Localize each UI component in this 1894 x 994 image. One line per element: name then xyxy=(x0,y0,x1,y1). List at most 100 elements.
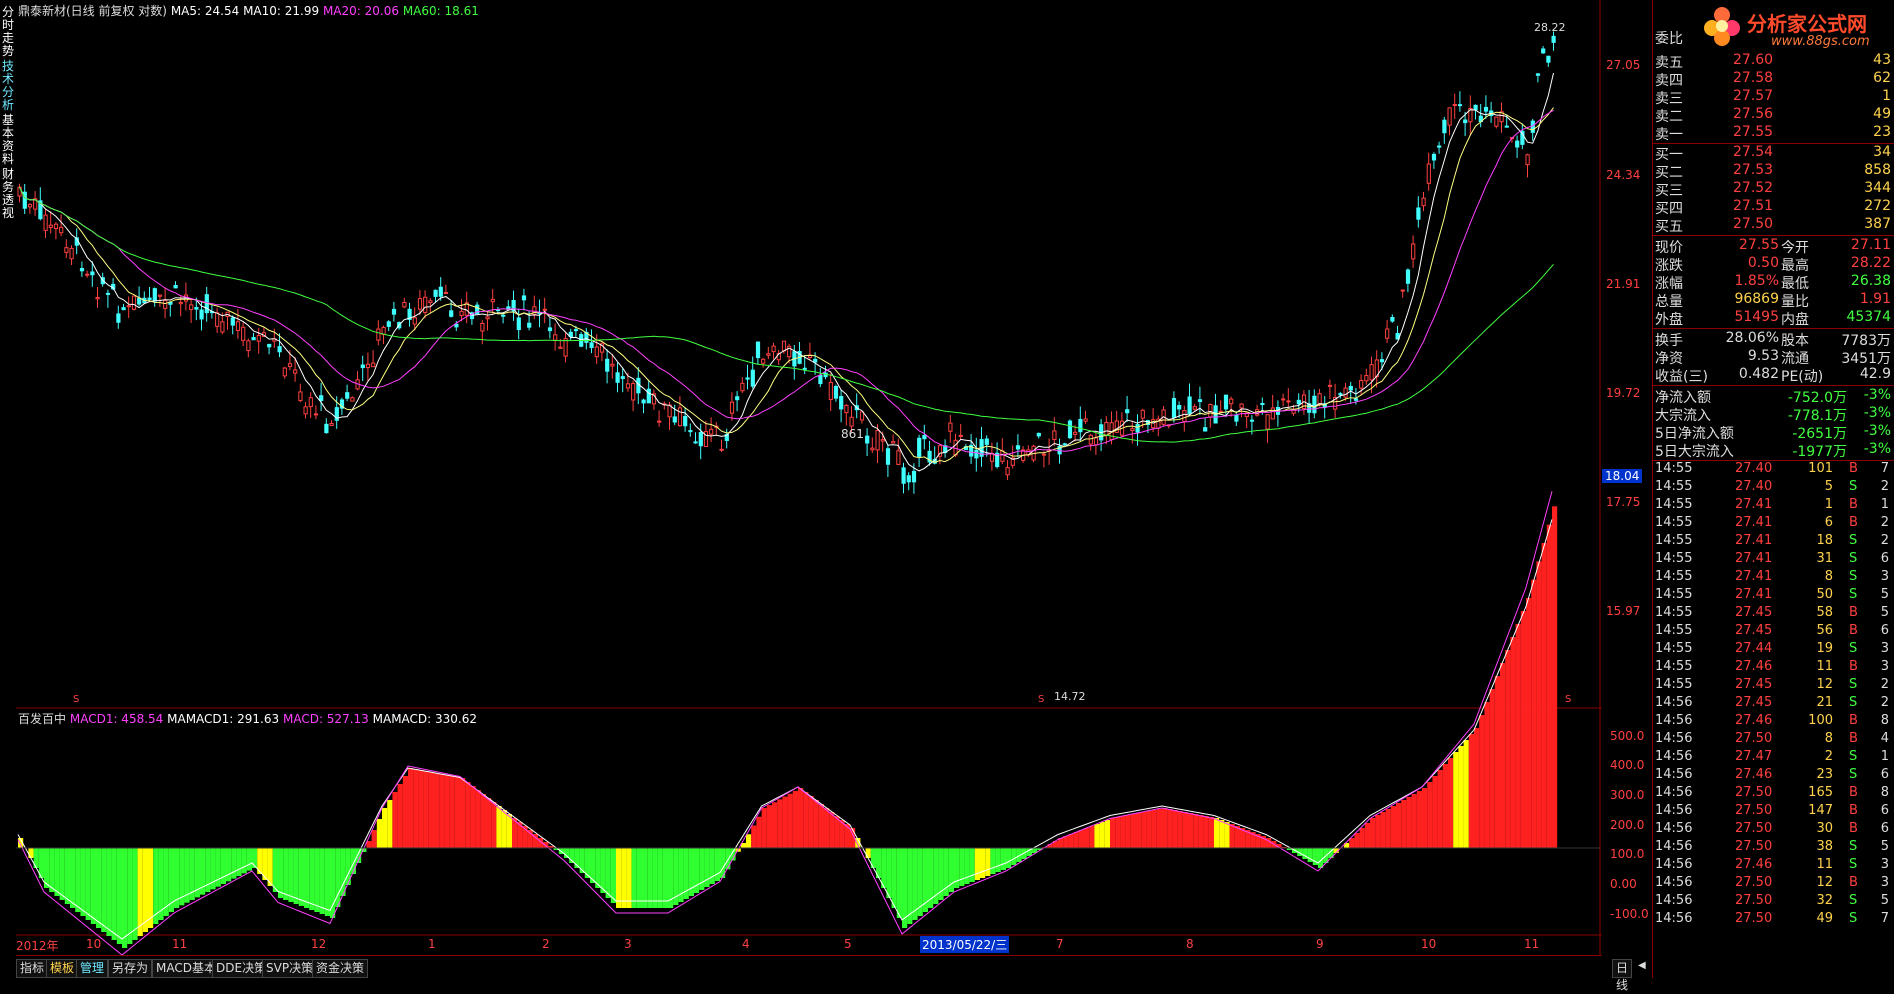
kline-chart[interactable] xyxy=(16,0,1602,956)
candle-body xyxy=(1104,421,1109,436)
candle-body xyxy=(282,367,287,377)
trade-tick-row: 14:55 27.45 58 B 5 xyxy=(1653,605,1891,623)
tick-time: 14:56 xyxy=(1655,713,1693,728)
ask-row[interactable]: 卖五 27.60 43 xyxy=(1653,52,1891,71)
tab-manage[interactable]: 管理 xyxy=(76,959,109,978)
macd-bar xyxy=(272,848,278,892)
candle-body xyxy=(735,396,740,401)
candle-body xyxy=(683,416,688,427)
macd-bar xyxy=(309,848,315,910)
macd-bar xyxy=(1156,809,1162,848)
site-logo: 分析家公式网 www.88gs.com xyxy=(1653,0,1894,54)
stat-row: 换手 28.06% 股本 7783万 xyxy=(1653,330,1891,349)
candle-body xyxy=(1483,106,1489,112)
bid-row[interactable]: 买三 27.52 344 xyxy=(1653,180,1891,199)
macd-bar xyxy=(751,825,757,848)
candle-body xyxy=(79,268,85,272)
candle-body xyxy=(1551,35,1556,43)
macd-bar xyxy=(844,824,850,848)
candle-body xyxy=(324,423,329,434)
candle-body xyxy=(126,305,131,308)
bid-label: 买五 xyxy=(1655,219,1683,235)
stat-label: 内盘 xyxy=(1781,312,1809,328)
tab-svp[interactable]: SVP决策 xyxy=(262,959,318,978)
stat-value: 27.11 xyxy=(1850,237,1891,253)
ask-row[interactable]: 卖四 27.58 62 xyxy=(1653,70,1891,89)
trade-tick-row: 14:56 27.50 30 B 6 xyxy=(1653,821,1891,839)
tab-fundamentals[interactable]: 基本资料 xyxy=(1,112,15,166)
macd-bar xyxy=(428,772,434,848)
macd-bar xyxy=(1416,791,1422,848)
trade-tick-row: 14:56 27.46 23 S 6 xyxy=(1653,767,1891,785)
tab-template[interactable]: 模板 xyxy=(46,959,79,978)
tick-count: 6 xyxy=(1880,821,1889,836)
flow-pct: -3% xyxy=(1863,441,1891,457)
ask-row[interactable]: 卖二 27.56 49 xyxy=(1653,106,1891,125)
tab-fund[interactable]: 资金决策 xyxy=(312,959,369,978)
bid-row[interactable]: 买五 27.50 387 xyxy=(1653,216,1891,235)
candle-body xyxy=(313,413,319,416)
tab-macd-basic[interactable]: MACD基本 xyxy=(152,959,220,978)
macd-bar xyxy=(148,848,154,928)
candle-body xyxy=(698,432,703,447)
macd-bar xyxy=(1375,815,1381,848)
macd-bar xyxy=(1078,830,1084,848)
candle-body xyxy=(771,345,776,353)
ind-y-tick: 500.0 xyxy=(1610,729,1645,743)
candle-body xyxy=(1182,410,1187,423)
tab-financials[interactable]: 财务透视 xyxy=(1,166,15,220)
flow-pct: -3% xyxy=(1863,423,1891,439)
candle-body xyxy=(922,435,927,440)
bid-row[interactable]: 买四 27.51 272 xyxy=(1653,198,1891,217)
candle-body xyxy=(1390,317,1395,322)
bid-volume: 344 xyxy=(1864,180,1891,196)
tab-indicator[interactable]: 指标 xyxy=(16,959,49,978)
candle-body xyxy=(1504,125,1509,128)
candle-body xyxy=(27,203,33,208)
macd-bar xyxy=(1390,806,1396,848)
tab-save-as[interactable]: 另存为 xyxy=(108,959,153,978)
candle-body xyxy=(719,448,724,451)
crosshair-date: 2013/05/22/三 xyxy=(920,936,1010,953)
tab-technical[interactable]: 技术分析 xyxy=(1,58,15,112)
candle-body xyxy=(1171,398,1177,418)
period-selector[interactable]: 日线 xyxy=(1612,959,1633,992)
stat-label: 最低 xyxy=(1781,276,1809,292)
macd-bar xyxy=(314,848,320,912)
bid-row[interactable]: 买二 27.53 858 xyxy=(1653,162,1891,181)
ask-price: 27.60 xyxy=(1733,52,1774,68)
candle-body xyxy=(1229,398,1234,405)
tick-side: S xyxy=(1849,479,1858,494)
macd-bar xyxy=(1099,822,1105,848)
tab-intraday[interactable]: 分时走势 xyxy=(1,4,15,58)
bid-price: 27.50 xyxy=(1733,216,1774,232)
ask-row[interactable]: 卖三 27.57 1 xyxy=(1653,88,1891,107)
candle-body xyxy=(1078,419,1083,433)
macd-bar xyxy=(496,806,502,848)
candle-body xyxy=(1005,467,1010,476)
ask-label: 卖一 xyxy=(1655,127,1683,143)
bid-label: 买四 xyxy=(1655,201,1683,217)
ask-row[interactable]: 卖一 27.55 23 xyxy=(1653,124,1891,143)
stat-value: 0.482 xyxy=(1738,366,1779,382)
candle-body xyxy=(1411,243,1416,260)
tick-time: 14:56 xyxy=(1655,731,1693,746)
macd1-label: MACD1: 458.54 xyxy=(69,712,164,726)
tick-count: 3 xyxy=(1880,875,1889,890)
trade-tick-row: 14:56 27.50 38 S 5 xyxy=(1653,839,1891,857)
macd-bar xyxy=(460,778,466,848)
candle-body xyxy=(631,383,636,401)
chart-area[interactable]: 鼎泰新材(日线 前复权 对数) MA5: 24.54 MA10: 21.99 M… xyxy=(16,0,1649,956)
macd-bar xyxy=(1396,803,1402,848)
tick-time: 14:55 xyxy=(1655,659,1693,674)
candle-body xyxy=(1525,154,1530,166)
bid-row[interactable]: 买一 27.54 34 xyxy=(1653,144,1891,163)
scroll-left-icon[interactable]: ◀ xyxy=(1638,960,1646,971)
macd-bar xyxy=(434,773,440,848)
candle-body xyxy=(1062,443,1067,446)
tick-count: 2 xyxy=(1880,515,1889,530)
macd-bar xyxy=(1203,816,1209,848)
candle-body xyxy=(1265,414,1270,430)
candle-body xyxy=(896,450,901,465)
divider xyxy=(1653,385,1894,386)
